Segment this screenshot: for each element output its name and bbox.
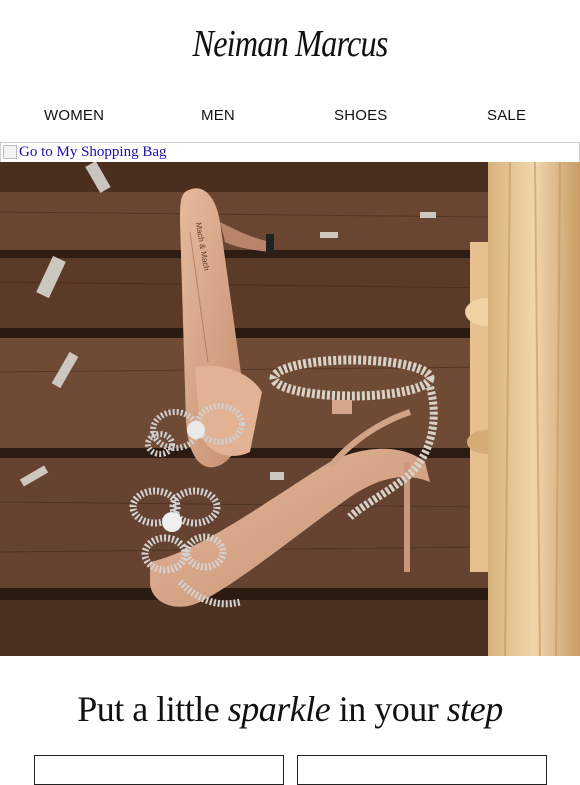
nav-item-sale[interactable]: SALE [487,107,526,124]
broken-image-icon [3,145,17,159]
nav-item-women[interactable]: WOMEN [44,107,104,124]
hero-shoes-illustration [0,162,580,656]
headline-emphasis-step: step [446,689,504,729]
nav-item-men[interactable]: MEN [201,107,235,124]
cta-button-left[interactable] [34,755,284,785]
shopping-bag-link[interactable]: Go to My Shopping Bag [0,142,580,163]
cta-button-right[interactable] [297,755,547,785]
headline-emphasis-sparkle: sparkle [227,689,331,729]
nav-item-shoes[interactable]: SHOES [334,107,388,124]
headline-part1: Put a little [77,689,228,729]
headline-part2: in your [330,689,447,729]
promo-headline: Put a little sparkle in your step [0,688,580,730]
brand-logo[interactable]: Neiman Marcus [44,22,537,66]
shopping-bag-alt-text[interactable]: Go to My Shopping Bag [19,144,167,160]
email-header: Neiman Marcus WOMEN MEN SHOES SALE [0,0,580,140]
category-nav: WOMEN MEN SHOES SALE [0,107,580,127]
hero-image[interactable]: Mach & Mach [0,162,580,656]
